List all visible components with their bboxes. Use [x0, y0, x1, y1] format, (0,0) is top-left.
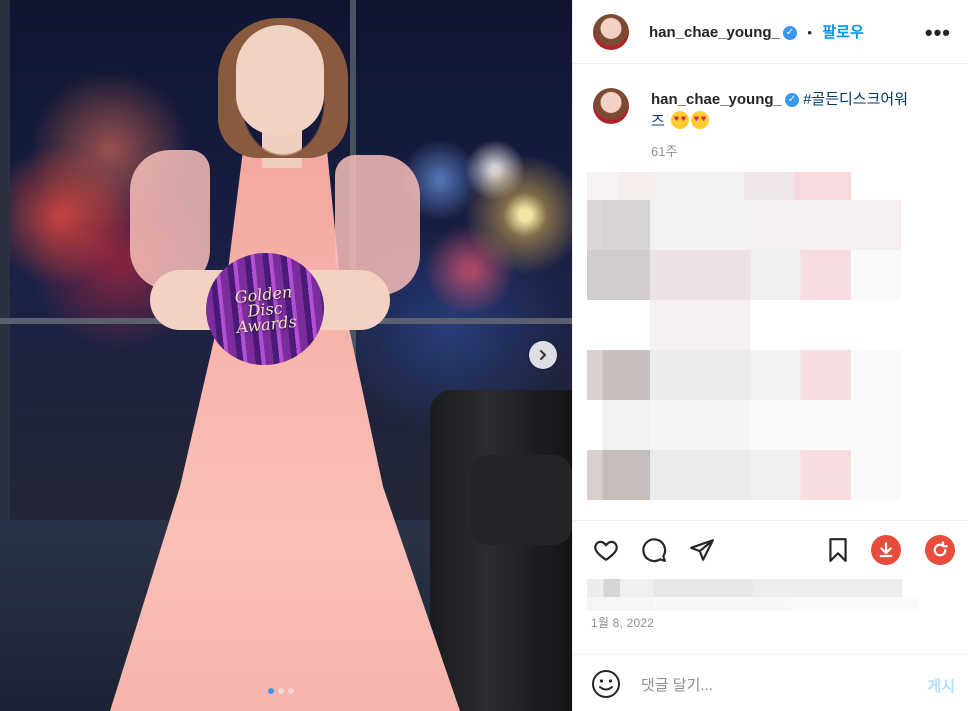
blurred-likes	[587, 579, 919, 613]
person-face	[236, 25, 324, 135]
comment-bubble-icon	[642, 538, 667, 563]
separator-dot: •	[807, 25, 812, 40]
carousel-dot	[288, 688, 294, 694]
heart-eyes-emoji-icon	[690, 111, 709, 129]
follow-button[interactable]: 팔로우	[822, 24, 863, 41]
avatar[interactable]	[593, 88, 629, 124]
post-date[interactable]: 1월 8, 2022	[591, 614, 654, 631]
paper-plane-icon	[690, 539, 714, 561]
share-button[interactable]	[687, 535, 717, 565]
armchair	[430, 390, 572, 711]
hashtag-text: #골든디스크어워	[803, 91, 909, 108]
blurred-comment	[587, 450, 901, 500]
blurred-comment	[587, 172, 901, 200]
chevron-right-icon	[540, 350, 546, 360]
action-bar	[573, 520, 968, 580]
refresh-icon	[933, 541, 948, 557]
caption-section: han_chae_young_ ✓ #골든디스크어워즈 61주	[573, 64, 968, 520]
post-media[interactable]: Golden Disc Awards	[0, 0, 572, 711]
bookmark-icon	[829, 538, 847, 562]
disc-text-line: Awards	[235, 311, 298, 337]
blurred-comment	[587, 400, 901, 450]
blurred-comment	[587, 200, 901, 250]
comment-button[interactable]	[639, 535, 669, 565]
heart-icon	[594, 540, 618, 562]
smiley-face-icon	[592, 670, 620, 698]
comment-input[interactable]	[639, 671, 903, 699]
blurred-comment	[587, 250, 901, 300]
blurred-comment	[587, 350, 901, 400]
carousel-dot	[278, 688, 284, 694]
armchair-arm	[470, 455, 572, 545]
verified-badge-icon: ✓	[784, 93, 799, 108]
username-link[interactable]: han_chae_young_	[649, 24, 780, 41]
blurred-like-line	[587, 597, 919, 611]
save-button[interactable]	[823, 535, 853, 565]
post-details-panel: han_chae_young_ ✓ • 팔로우 ••• han_chae_youn…	[572, 0, 968, 711]
blurred-comment	[587, 300, 901, 350]
extension-download-button[interactable]	[871, 535, 901, 565]
comment-bar: 게시	[573, 654, 968, 711]
username-link[interactable]: han_chae_young_	[651, 91, 782, 108]
hashtag-text: 즈	[651, 113, 665, 130]
like-button[interactable]	[591, 535, 621, 565]
caption-text: han_chae_young_ ✓ #골든디스크어워즈	[651, 89, 941, 133]
carousel-next-button[interactable]	[529, 341, 557, 369]
heart-eyes-emoji-icon	[670, 111, 689, 129]
carousel-dot	[268, 688, 274, 694]
carousel-indicator	[268, 688, 294, 694]
blurred-like-line	[587, 579, 919, 597]
avatar[interactable]	[593, 14, 629, 50]
more-options-icon[interactable]: •••	[925, 20, 951, 46]
caption-timestamp: 61주	[651, 144, 678, 159]
verified-badge-icon: ✓	[782, 25, 797, 40]
dress-sleeve	[130, 150, 210, 290]
post-comment-button[interactable]: 게시	[927, 675, 955, 696]
blurred-comments	[587, 172, 901, 500]
download-icon	[879, 542, 893, 558]
post-header: han_chae_young_ ✓ • 팔로우 •••	[573, 0, 968, 64]
emoji-picker-button[interactable]	[591, 669, 621, 699]
extension-refresh-button[interactable]	[925, 535, 955, 565]
